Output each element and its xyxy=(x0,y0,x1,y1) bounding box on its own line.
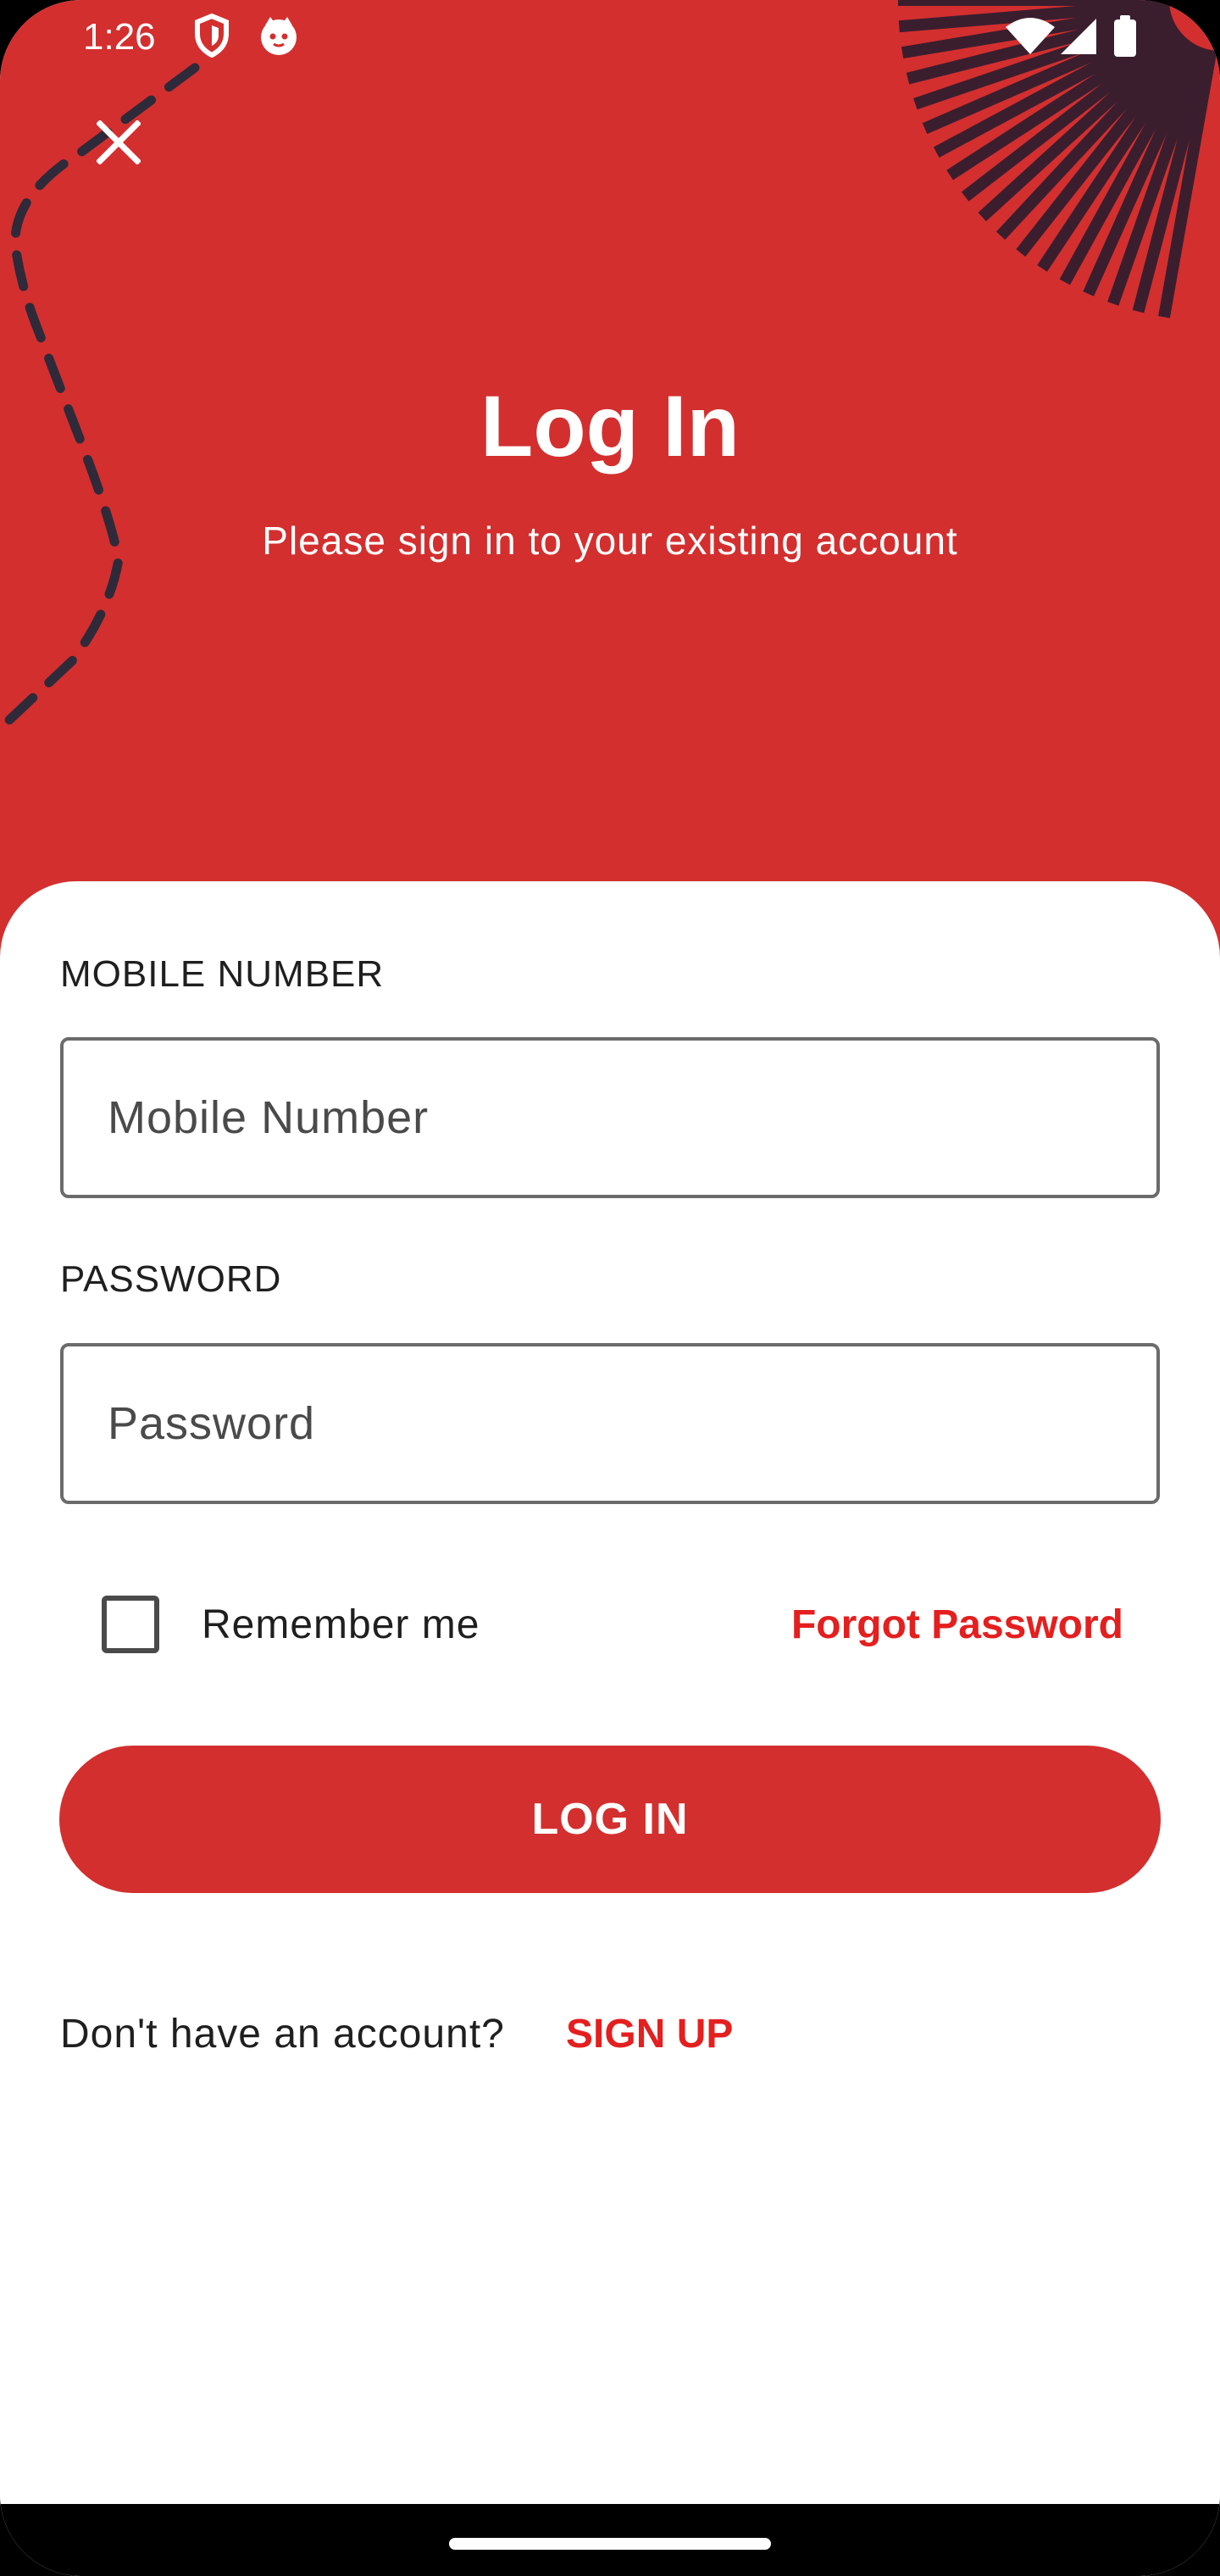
wifi-icon xyxy=(1005,17,1056,60)
page-title: Log In xyxy=(480,378,740,475)
shield-icon xyxy=(193,13,230,62)
phone-frame: 1:26 Log In Please sign in to your exist… xyxy=(0,0,1220,2576)
battery-icon xyxy=(1113,15,1137,62)
signup-prompt-text: Don't have an account? xyxy=(60,2012,505,2057)
home-gesture-handle[interactable] xyxy=(449,2538,771,2550)
system-navigation-bar xyxy=(0,2504,1220,2576)
remember-me-checkbox[interactable] xyxy=(102,1596,159,1653)
status-time: 1:26 xyxy=(83,16,156,58)
password-label: PASSWORD xyxy=(60,1258,282,1300)
signup-link[interactable]: SIGN UP xyxy=(566,2007,733,2062)
mobile-number-input[interactable] xyxy=(60,1037,1160,1198)
login-button[interactable]: LOG IN xyxy=(59,1746,1161,1893)
screen: 1:26 Log In Please sign in to your exist… xyxy=(0,0,1220,2576)
mobile-number-label: MOBILE NUMBER xyxy=(60,953,385,995)
background-decoration xyxy=(0,0,1217,734)
remember-me-label[interactable]: Remember me xyxy=(202,1597,480,1653)
page-subtitle: Please sign in to your existing account xyxy=(262,519,958,563)
close-icon xyxy=(96,119,141,169)
forgot-password-link[interactable]: Forgot Password xyxy=(791,1597,1123,1653)
close-button[interactable] xyxy=(85,110,152,178)
cat-face-icon xyxy=(257,14,301,62)
header-hero: 1:26 Log In Please sign in to your exist… xyxy=(0,0,1220,974)
password-input[interactable] xyxy=(60,1343,1160,1504)
signal-icon xyxy=(1059,17,1098,60)
